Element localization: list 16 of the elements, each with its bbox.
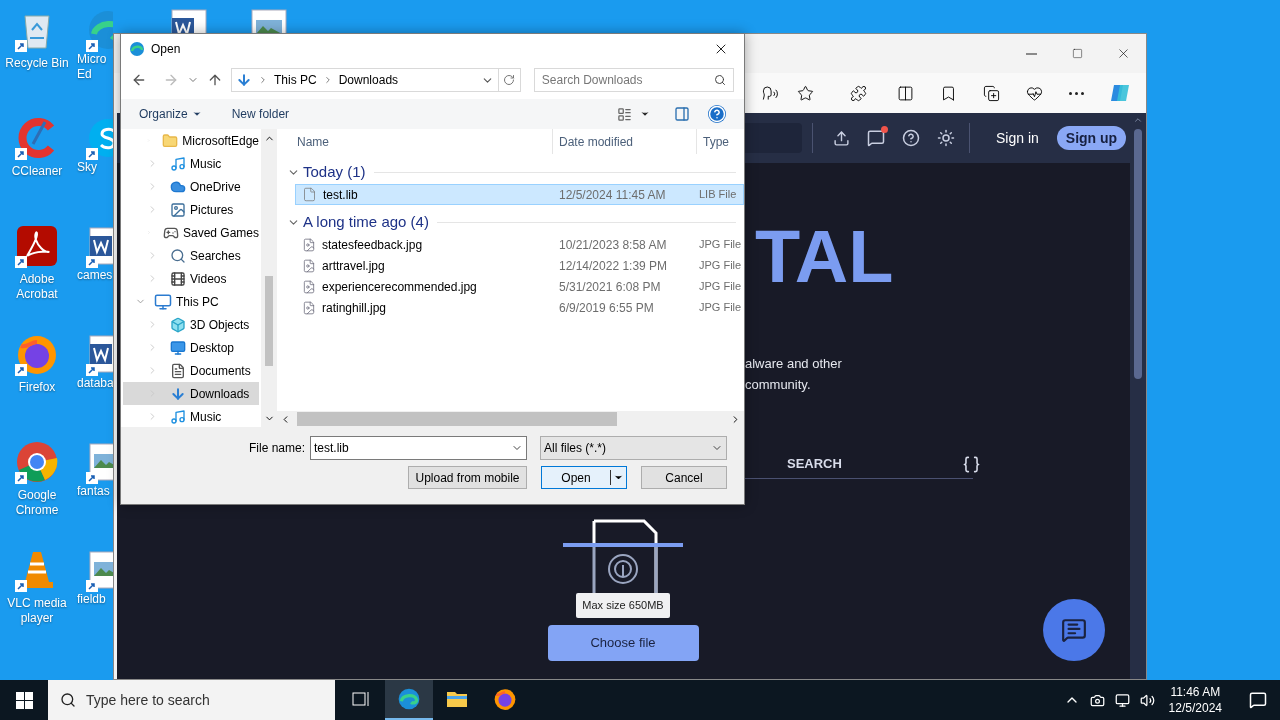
type-cell-text: JPG File [698, 300, 742, 316]
hero-text: community. [745, 376, 812, 394]
date-cell-text: 5/31/2021 6:08 PM [558, 278, 662, 296]
file-name-label: File name: [248, 440, 305, 457]
type-cell-text: JPG File [698, 279, 742, 295]
hero-title: TAL [755, 217, 895, 297]
max-size-tooltip: Max size 650MB [576, 593, 670, 618]
dialog-title: Open [151, 41, 181, 58]
type-cell-text: JPG File [698, 258, 742, 274]
date-cell-text: 12/5/2024 11:45 AM [558, 186, 667, 204]
date-cell-text: 10/21/2023 8:58 AM [558, 236, 668, 254]
type-cell-text: JPG File [698, 237, 742, 253]
type-cell-text: LIB File [698, 187, 737, 203]
date-cell-text: 6/9/2019 6:55 PM [558, 299, 655, 317]
hero-text: alware and other [745, 355, 843, 373]
date-cell-text: 12/14/2022 1:39 PM [558, 257, 669, 275]
